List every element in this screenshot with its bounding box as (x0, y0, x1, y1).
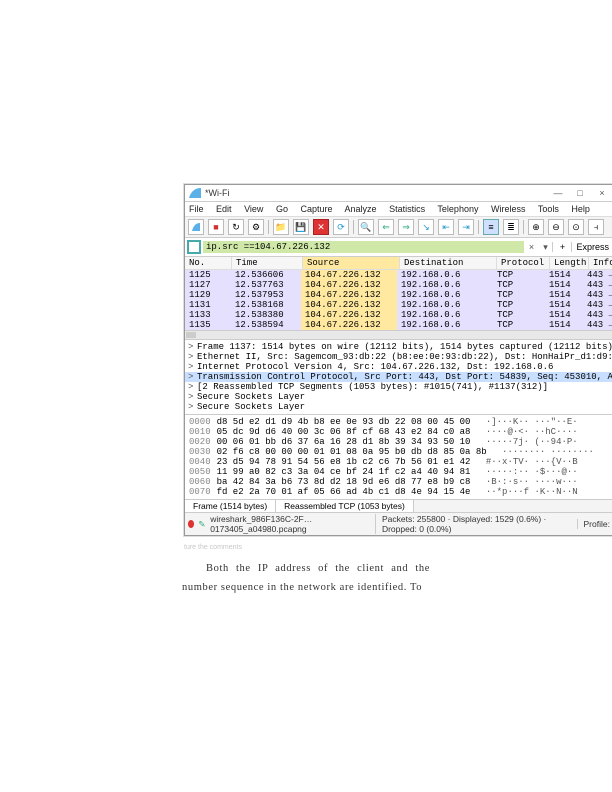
menu-capture[interactable]: Capture (300, 204, 332, 214)
menu-wireless[interactable]: Wireless (491, 204, 526, 214)
detail-line[interactable]: >Frame 1137: 1514 bytes on wire (12112 b… (185, 342, 612, 352)
menu-help[interactable]: Help (571, 204, 590, 214)
detail-line[interactable]: >Ethernet II, Src: Sagemcom_93:db:22 (b8… (185, 352, 612, 362)
save-file-button[interactable]: 💾 (293, 219, 309, 235)
packet-details[interactable]: >Frame 1137: 1514 bytes on wire (12112 b… (185, 339, 612, 414)
cropped-text-fragment: ture the comments (184, 544, 242, 551)
toolbar-sep-3 (478, 220, 479, 234)
scroll-thumb[interactable] (186, 332, 196, 338)
toolbar-sep-4 (523, 220, 524, 234)
find-button[interactable]: 🔍 (358, 219, 374, 235)
toolbar-sep-2 (353, 220, 354, 234)
col-time[interactable]: Time (232, 257, 303, 269)
detail-line[interactable]: >Internet Protocol Version 4, Src: 104.6… (185, 362, 612, 372)
maximize-button[interactable]: □ (569, 188, 591, 198)
expression-button[interactable]: Express (571, 242, 612, 252)
packet-bytes[interactable]: 0000d8 5d e2 d1 d9 4b b8 ee 0e 93 db 22 … (185, 414, 612, 499)
statusbar: ✎ wireshark_986F136C-2F…0173405_a04980.p… (185, 512, 612, 535)
menu-analyze[interactable]: Analyze (345, 204, 377, 214)
back-button[interactable]: ⇐ (378, 219, 394, 235)
last-button[interactable]: ⇥ (458, 219, 474, 235)
menu-edit[interactable]: Edit (216, 204, 232, 214)
col-protocol[interactable]: Protocol (497, 257, 550, 269)
hex-line[interactable]: 001005 dc 9d d6 40 00 3c 06 8f cf 68 43 … (189, 427, 609, 437)
colorize-button[interactable]: ≣ (503, 219, 519, 235)
minimize-button[interactable]: — (547, 188, 569, 198)
menu-tools[interactable]: Tools (538, 204, 559, 214)
col-source[interactable]: Source (303, 257, 400, 269)
zoom-reset-button[interactable]: ⊙ (568, 219, 584, 235)
menu-view[interactable]: View (244, 204, 263, 214)
menu-telephony[interactable]: Telephony (437, 204, 478, 214)
zoom-out-button[interactable]: ⊖ (548, 219, 564, 235)
detail-line[interactable]: >Transmission Control Protocol, Src Port… (185, 372, 612, 382)
goto-button[interactable]: ↘ (418, 219, 434, 235)
hex-line[interactable]: 003002 f6 c8 00 00 00 01 01 08 0a 95 b0 … (189, 447, 609, 457)
reload-button[interactable]: ⟳ (333, 219, 349, 235)
start-capture-button[interactable] (188, 219, 204, 235)
detail-line[interactable]: >Secure Sockets Layer (185, 402, 612, 412)
status-stats: Packets: 255800 · Displayed: 1529 (0.6%)… (375, 514, 569, 534)
col-info[interactable]: Info (589, 257, 612, 269)
expert-info-icon[interactable] (188, 520, 194, 528)
menu-file[interactable]: File (189, 204, 204, 214)
menubar: File Edit View Go Capture Analyze Statis… (185, 202, 612, 217)
packet-row[interactable]: 112712.537763104.67.226.132192.168.0.6TC… (185, 280, 612, 290)
bookmark-filter-icon[interactable] (187, 240, 201, 254)
wireshark-logo-icon (188, 186, 202, 200)
status-file: wireshark_986F136C-2F…0173405_a04980.pca… (210, 514, 367, 534)
packet-row[interactable]: 113112.538168104.67.226.132192.168.0.6TC… (185, 300, 612, 310)
hex-line[interactable]: 002000 06 01 bb d6 37 6a 16 28 d1 8b 39 … (189, 437, 609, 447)
fin-icon (191, 222, 201, 232)
forward-button[interactable]: ⇒ (398, 219, 414, 235)
open-file-button[interactable]: 📁 (273, 219, 289, 235)
hex-line[interactable]: 005011 99 a0 82 c3 3a 04 ce bf 24 1f c2 … (189, 467, 609, 477)
figure-caption: Both the IP address of the client and th… (182, 560, 430, 598)
autoscroll-button[interactable]: ≡ (483, 219, 499, 235)
close-button[interactable]: × (591, 188, 612, 198)
filter-history-button[interactable]: ▾ (538, 242, 552, 253)
toolbar-sep (268, 220, 269, 234)
packet-row[interactable]: 112512.536606104.67.226.132192.168.0.6TC… (185, 270, 612, 280)
bytes-tabs: Frame (1514 bytes) Reassembled TCP (1053… (185, 499, 612, 512)
packet-header: No. Time Source Destination Protocol Len… (185, 257, 612, 270)
col-length[interactable]: Length (550, 257, 589, 269)
packet-row[interactable]: 112912.537953104.67.226.132192.168.0.6TC… (185, 290, 612, 300)
col-no[interactable]: No. (185, 257, 232, 269)
status-profile[interactable]: Profile: (577, 519, 610, 529)
first-button[interactable]: ⇤ (438, 219, 454, 235)
caption-text: Both the IP address of the client and th… (182, 560, 430, 598)
restart-capture-button[interactable]: ↻ (228, 219, 244, 235)
tab-frame[interactable]: Frame (1514 bytes) (185, 500, 276, 512)
wireshark-window: *Wi-Fi — □ × File Edit View Go Capture A… (184, 184, 612, 536)
toolbar: ■ ↻ ⚙ 📁 💾 ✕ ⟳ 🔍 ⇐ ⇒ ↘ ⇤ ⇥ ≡ ≣ ⊕ ⊖ ⊙ ⫞ (185, 217, 612, 238)
col-destination[interactable]: Destination (400, 257, 497, 269)
hex-line[interactable]: 0000d8 5d e2 d1 d9 4b b8 ee 0e 93 db 22 … (189, 417, 609, 427)
display-filter-input[interactable]: ip.src ==104.67.226.132 (203, 241, 524, 253)
menu-go[interactable]: Go (276, 204, 288, 214)
close-file-button[interactable]: ✕ (313, 219, 329, 235)
tab-reassembled[interactable]: Reassembled TCP (1053 bytes) (276, 500, 414, 512)
stop-capture-button[interactable]: ■ (208, 219, 224, 235)
hex-line[interactable]: 0060ba 42 84 3a b6 73 8d d2 18 9d e6 d8 … (189, 477, 609, 487)
window-title: *Wi-Fi (205, 188, 230, 198)
menu-statistics[interactable]: Statistics (389, 204, 425, 214)
hex-line[interactable]: 0070fd e2 2a 70 01 af 05 66 ad 4b c1 d8 … (189, 487, 609, 497)
packet-list-hscroll[interactable] (185, 330, 612, 339)
packet-row[interactable]: 113512.538594104.67.226.132192.168.0.6TC… (185, 320, 612, 330)
packet-row[interactable]: 113312.538380104.67.226.132192.168.0.6TC… (185, 310, 612, 320)
zoom-in-button[interactable]: ⊕ (528, 219, 544, 235)
packet-list: No. Time Source Destination Protocol Len… (185, 257, 612, 339)
filter-bar: ip.src ==104.67.226.132 × ▾ + Express (185, 238, 612, 257)
capture-options-button[interactable]: ⚙ (248, 219, 264, 235)
clear-filter-button[interactable]: × (524, 242, 538, 252)
resize-cols-button[interactable]: ⫞ (588, 219, 604, 235)
detail-line[interactable]: >[2 Reassembled TCP Segments (1053 bytes… (185, 382, 612, 392)
titlebar[interactable]: *Wi-Fi — □ × (185, 185, 612, 202)
edit-cap-icon[interactable]: ✎ (198, 519, 206, 530)
hex-line[interactable]: 004023 d5 94 78 91 54 56 e8 1b c2 c6 7b … (189, 457, 609, 467)
add-filter-button[interactable]: + (552, 242, 571, 252)
detail-line[interactable]: >Secure Sockets Layer (185, 392, 612, 402)
